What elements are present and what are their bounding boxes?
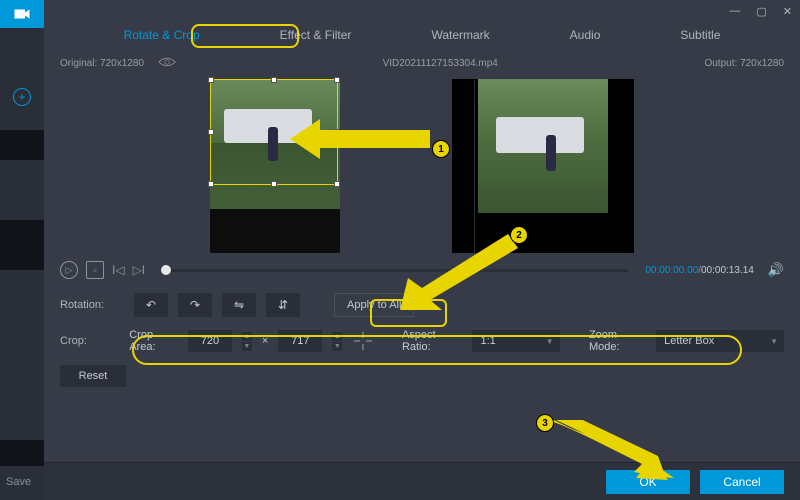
tab-effect-filter[interactable]: Effect & Filter: [272, 24, 360, 46]
aspect-ratio-select[interactable]: 1:1▼: [472, 330, 559, 352]
tab-watermark[interactable]: Watermark: [423, 24, 497, 46]
sidebar-slot: [0, 220, 44, 270]
rotation-row: Rotation: ↶ ↷ ⇋ ⇵ Apply to All: [60, 293, 784, 317]
titlebar: — ▢ ✕: [44, 0, 800, 22]
crop-area-label: Crop Area:: [129, 329, 178, 353]
zoom-mode-label: Zoom Mode:: [589, 329, 646, 353]
crop-selection[interactable]: [210, 79, 338, 185]
crop-width-stepper[interactable]: ▲▼: [242, 332, 252, 351]
window-maximize[interactable]: ▢: [756, 5, 766, 18]
rotate-left-button[interactable]: ↶: [134, 293, 168, 317]
crop-label: Crop:: [60, 335, 119, 347]
window-close[interactable]: ✕: [783, 5, 792, 18]
scene-person: [546, 135, 556, 171]
annotation-badge-1: 1: [432, 140, 450, 158]
output-preview: [452, 79, 634, 253]
zoom-mode-select[interactable]: Letter Box▼: [656, 330, 784, 352]
tab-audio[interactable]: Audio: [562, 24, 609, 46]
preview-area: [44, 75, 800, 255]
timeline-knob[interactable]: [161, 265, 171, 275]
apply-to-all-button[interactable]: Apply to All: [334, 293, 414, 317]
cancel-button[interactable]: Cancel: [700, 470, 784, 494]
sidebar-slot: [0, 440, 44, 466]
rotation-label: Rotation:: [60, 299, 124, 311]
output-res: Output: 720x1280: [704, 58, 784, 69]
next-frame-button[interactable]: ▷I: [133, 263, 146, 277]
original-preview[interactable]: [210, 79, 340, 253]
flip-vertical-button[interactable]: ⇵: [266, 293, 300, 317]
preview-divider: [474, 80, 475, 265]
filename: VID20211127153304.mp4: [383, 58, 498, 69]
reset-button[interactable]: Reset: [60, 365, 126, 387]
tab-subtitle[interactable]: Subtitle: [672, 24, 728, 46]
controls: Rotation: ↶ ↷ ⇋ ⇵ Apply to All Crop: Cro…: [44, 285, 800, 399]
stop-button[interactable]: ▫: [86, 261, 104, 279]
tab-rotate-crop[interactable]: Rotate & Crop: [116, 24, 208, 46]
window-minimize[interactable]: —: [729, 5, 740, 17]
original-res: Original: 720x1280: [60, 58, 144, 69]
tab-bar: Rotate & Crop Effect & Filter Watermark …: [44, 22, 800, 48]
save-label: Save: [6, 476, 31, 488]
preview-toggle-icon[interactable]: [158, 56, 176, 71]
annotation-badge-2: 2: [510, 226, 528, 244]
app-logo: [0, 0, 44, 28]
aspect-ratio-label: Aspect Ratio:: [402, 329, 463, 353]
volume-icon[interactable]: 🔊: [768, 262, 784, 278]
flip-horizontal-button[interactable]: ⇋: [222, 293, 256, 317]
crop-height-input[interactable]: [278, 330, 322, 352]
time-duration: 00:00:13.14: [701, 265, 754, 276]
ok-button[interactable]: OK: [606, 470, 690, 494]
transport-bar: ▷ ▫ I◁ ▷I 00:00:00.00/00:00:13.14 🔊: [44, 255, 800, 285]
crop-row: Crop: Crop Area: ▲▼ × ▲▼ Aspect Ratio: 1…: [60, 329, 784, 353]
crop-height-stepper[interactable]: ▲▼: [332, 332, 342, 351]
add-button[interactable]: +: [0, 88, 44, 106]
prev-frame-button[interactable]: I◁: [112, 263, 125, 277]
play-button[interactable]: ▷: [60, 261, 78, 279]
info-row: Original: 720x1280 VID20211127153304.mp4…: [44, 48, 800, 75]
scene-van: [496, 117, 584, 153]
time-current: 00:00:00.00: [645, 265, 698, 276]
sidebar-slot: [0, 130, 44, 160]
crop-width-input[interactable]: [188, 330, 232, 352]
sidebar: + Save: [0, 0, 44, 500]
rotate-right-button[interactable]: ↷: [178, 293, 212, 317]
editor-panel: — ▢ ✕ Rotate & Crop Effect & Filter Wate…: [44, 0, 800, 500]
timeline[interactable]: [161, 269, 629, 272]
annotation-badge-3: 3: [536, 414, 554, 432]
dialog-footer: OK Cancel: [44, 462, 800, 500]
center-crop-icon[interactable]: [352, 330, 372, 352]
